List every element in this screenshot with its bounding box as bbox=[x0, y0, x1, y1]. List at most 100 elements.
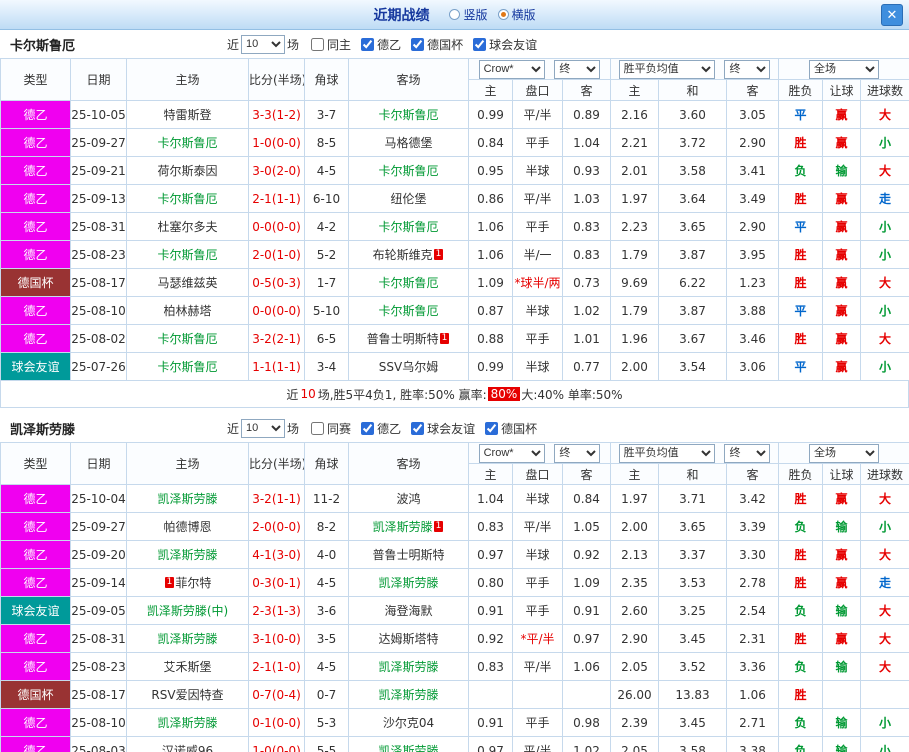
avg-time-select[interactable]: 终 bbox=[724, 59, 771, 79]
avg-odds-select[interactable]: 胜平负均值 bbox=[618, 443, 715, 463]
col-away: 客场 bbox=[348, 58, 469, 101]
odds-source-select[interactable]: Crow* bbox=[478, 443, 545, 463]
same-competition-checkbox[interactable] bbox=[311, 421, 325, 435]
avg-odds-select[interactable]: 胜平负均值 bbox=[618, 59, 715, 79]
summary-segment: 80% bbox=[487, 387, 521, 401]
home-team-cell: 杜塞尔多夫 bbox=[126, 212, 249, 241]
match-row: 球会友谊 25-07-26 卡尔斯鲁厄 1-1(1-1) 3-4 SSV乌尔姆 … bbox=[0, 352, 909, 381]
crown-away-odds: 1.05 bbox=[561, 512, 612, 541]
team-name: 凯泽斯劳滕 bbox=[10, 422, 76, 438]
league-filter[interactable]: 德国杯 bbox=[485, 420, 537, 437]
odds-time-select[interactable]: 终 bbox=[554, 59, 601, 79]
home-team-cell: 荷尔斯泰因 bbox=[126, 156, 249, 185]
horizontal-layout-radio[interactable] bbox=[497, 9, 509, 20]
league-cell: 球会友谊 bbox=[0, 352, 71, 381]
page-title: 近期战绩 bbox=[373, 7, 430, 24]
away-team-cell: 卡尔斯鲁厄 bbox=[348, 156, 469, 185]
date-cell: 25-09-05 bbox=[70, 596, 127, 625]
result-cell: 平 bbox=[778, 100, 824, 129]
score-cell: 1-1(1-1) bbox=[248, 352, 305, 381]
match-row: 德乙 25-09-27 卡尔斯鲁厄 1-0(0-0) 8-5 马格德堡 0.84… bbox=[0, 128, 909, 157]
crown-home-odds: 0.95 bbox=[468, 156, 513, 185]
match-row: 德乙 25-09-14 1 菲尔特 0-3(0-1) 4-5 凯泽斯劳滕 0.80… bbox=[0, 568, 909, 597]
match-count-select[interactable]: 10 bbox=[241, 418, 286, 438]
summary-row: 近 10 场,胜5平4负1, 胜率:50% 赢率: 80% 大:40% 单率:50% bbox=[0, 381, 909, 408]
crown-home-odds: 0.88 bbox=[468, 324, 513, 353]
avg-group-header: 胜平负均值 终 bbox=[610, 442, 780, 464]
odds-source-select[interactable]: Crow* bbox=[478, 59, 545, 79]
match-row: 德乙 25-08-03 汉诺威96 1-0(0-0) 5-5 凯泽斯劳滕 0.9… bbox=[0, 736, 909, 752]
section-header: 凯泽斯劳滕 近 10 场 同赛 德乙 球会友谊 德国杯 bbox=[0, 414, 909, 442]
away-team-cell: 马格德堡 bbox=[348, 128, 469, 157]
avg-away-odds: 3.39 bbox=[726, 512, 780, 541]
league-filter-checkbox[interactable] bbox=[411, 421, 425, 435]
crown-away-odds: 1.09 bbox=[561, 568, 612, 597]
league-filter[interactable]: 球会友谊 bbox=[473, 36, 537, 53]
league-filter-checkbox[interactable] bbox=[485, 421, 499, 435]
league-cell: 德乙 bbox=[0, 624, 71, 653]
avg-draw-odds: 3.87 bbox=[658, 240, 728, 269]
crown-away-odds: 1.06 bbox=[561, 652, 612, 681]
same-venue-checkbox[interactable] bbox=[311, 37, 325, 51]
crown-away-odds: 1.02 bbox=[561, 736, 612, 752]
home-team-cell: 凯泽斯劳滕 bbox=[126, 708, 249, 737]
avg-home-odds: 1.96 bbox=[610, 324, 660, 353]
league-filter-checkbox[interactable] bbox=[361, 421, 375, 435]
avg-draw-odds: 3.37 bbox=[658, 540, 728, 569]
handicap-result-cell: 赢 bbox=[822, 212, 862, 241]
away-team-cell: SSV乌尔姆 bbox=[348, 352, 469, 381]
league-filter[interactable]: 球会友谊 bbox=[411, 420, 475, 437]
score-cell: 2-0(0-0) bbox=[248, 512, 305, 541]
league-filter-checkbox[interactable] bbox=[361, 37, 375, 51]
col-score: 比分(半场) bbox=[248, 58, 305, 101]
goals-result-cell: 小 bbox=[860, 512, 909, 541]
games-label: 场 bbox=[287, 37, 300, 52]
goals-result-cell: 走 bbox=[860, 184, 909, 213]
date-cell: 25-10-04 bbox=[70, 484, 127, 513]
col-odds-line: 盘口 bbox=[512, 79, 563, 101]
vertical-layout-radio[interactable] bbox=[449, 9, 461, 20]
result-cell: 平 bbox=[778, 352, 824, 381]
avg-draw-odds: 3.72 bbox=[658, 128, 728, 157]
league-filter-checkbox[interactable] bbox=[473, 37, 487, 51]
scope-select[interactable]: 全场 bbox=[809, 59, 880, 79]
handicap-line: *球半/两 bbox=[512, 268, 563, 297]
home-team-cell: 卡尔斯鲁厄 bbox=[126, 128, 249, 157]
league-filter[interactable]: 德乙 bbox=[361, 420, 401, 437]
avg-away-odds: 2.31 bbox=[726, 624, 780, 653]
match-row: 德国杯 25-08-17 RSV爱因特查 0-7(0-4) 0-7 凯泽斯劳滕 … bbox=[0, 680, 909, 709]
home-team-cell: 马瑟维兹英 bbox=[126, 268, 249, 297]
handicap-result-cell: 赢 bbox=[822, 184, 862, 213]
avg-away-odds: 1.23 bbox=[726, 268, 780, 297]
home-team-cell: 特雷斯登 bbox=[126, 100, 249, 129]
section-kaiserslautern: 凯泽斯劳滕 近 10 场 同赛 德乙 球会友谊 德国杯 类型 日期 主场 比分(… bbox=[0, 414, 909, 752]
avg-time-select[interactable]: 终 bbox=[724, 443, 771, 463]
result-cell: 胜 bbox=[778, 184, 824, 213]
goals-result-cell: 大 bbox=[860, 156, 909, 185]
league-filter[interactable]: 德国杯 bbox=[411, 36, 463, 53]
league-filter-checkbox[interactable] bbox=[411, 37, 425, 51]
handicap-line: 半球 bbox=[512, 156, 563, 185]
league-cell: 德乙 bbox=[0, 184, 71, 213]
avg-home-odds: 2.01 bbox=[610, 156, 660, 185]
col-odds-home: 主 bbox=[468, 79, 513, 101]
league-cell: 德乙 bbox=[0, 128, 71, 157]
match-row: 德乙 25-09-27 帕德博恩 2-0(0-0) 8-2 凯泽斯劳滕 1 0.8… bbox=[0, 512, 909, 541]
result-cell: 胜 bbox=[778, 240, 824, 269]
away-team-cell: 卡尔斯鲁厄 bbox=[348, 296, 469, 325]
score-cell: 3-2(2-1) bbox=[248, 324, 305, 353]
avg-away-odds: 3.49 bbox=[726, 184, 780, 213]
match-count-select[interactable]: 10 bbox=[241, 34, 286, 54]
league-filter[interactable]: 德乙 bbox=[361, 36, 401, 53]
result-cell: 负 bbox=[778, 652, 824, 681]
same-venue-filter[interactable]: 同主 bbox=[311, 36, 351, 53]
close-icon[interactable]: ✕ bbox=[881, 4, 903, 26]
score-cell: 0-0(0-0) bbox=[248, 212, 305, 241]
date-cell: 25-08-10 bbox=[70, 708, 127, 737]
odds-time-select[interactable]: 终 bbox=[554, 443, 601, 463]
same-competition-filter[interactable]: 同赛 bbox=[311, 420, 351, 437]
scope-select[interactable]: 全场 bbox=[809, 443, 880, 463]
filter-controls: 近 10 场 同主 德乙 德国杯 球会友谊 bbox=[225, 34, 537, 54]
away-team-cell: 凯泽斯劳滕 bbox=[348, 736, 469, 752]
filter-controls: 近 10 场 同赛 德乙 球会友谊 德国杯 bbox=[225, 418, 537, 438]
